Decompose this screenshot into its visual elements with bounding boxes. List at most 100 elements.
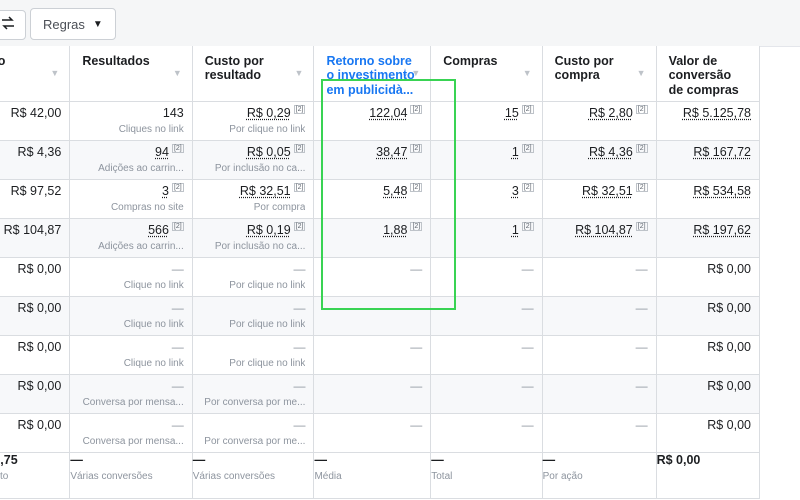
value-text[interactable]: 38,47: [376, 145, 407, 159]
cell-spend: R$ 97,52: [0, 179, 71, 219]
cell-value: —: [551, 301, 648, 315]
cell-subtitle: Por clique no link: [229, 318, 306, 330]
value-text[interactable]: R$ 0,05: [247, 145, 291, 159]
value-text: —: [293, 339, 306, 354]
value-text[interactable]: 94: [155, 145, 169, 159]
cell-subtitle: Por inclusão no ca...: [214, 240, 306, 252]
cell-value: 15 [2]: [439, 104, 534, 120]
cell-value: —: [439, 340, 534, 354]
value-text: —: [635, 339, 648, 354]
value-text[interactable]: R$ 197,62: [693, 223, 751, 237]
cell-purchases: —: [430, 296, 543, 336]
value-text[interactable]: 15: [505, 106, 519, 120]
header-amount-spent[interactable]: gasto ▼: [0, 46, 71, 102]
footnote-marker: [2]: [635, 104, 648, 114]
value-text[interactable]: R$ 4,36: [589, 145, 633, 159]
table-row[interactable]: R$ 0,00 — Conversa por mensa... — Por conver…: [0, 374, 761, 414]
table-row[interactable]: R$ 42,00 143 Cliques no link R$ 0,29 [2] Por …: [0, 101, 761, 141]
value-text[interactable]: 566: [148, 223, 169, 237]
swap-button[interactable]: [0, 10, 26, 40]
cell-subtitle: Conversa por mensa...: [82, 435, 184, 447]
cell-subtitle: Por clique no link: [229, 357, 306, 369]
header-roas[interactable]: Retorno sobre o investimento em publicid…: [313, 46, 432, 102]
cell-value: R$ 0,00: [665, 379, 751, 393]
value-text[interactable]: R$ 5.125,78: [683, 106, 751, 120]
cell-conversion-value: R$ 534,58: [656, 179, 761, 219]
cell-results: 143 Cliques no link: [69, 101, 193, 141]
cell-conversion-value: R$ 167,72: [656, 140, 761, 180]
cell-results: 3 [2] Compras no site: [69, 179, 193, 219]
cell-subtitle: Adições ao carrin...: [98, 162, 184, 174]
value-text[interactable]: R$ 0,00: [707, 418, 751, 432]
cell-subtitle: Por compra: [253, 201, 306, 213]
cell-spend: R$ 104,87: [0, 218, 71, 258]
value-text[interactable]: 122,04: [369, 106, 407, 120]
table-row[interactable]: R$ 0,00 — Clique no link — Por clique no lin…: [0, 257, 761, 297]
header-cost-per-purchase[interactable]: Custo por compra ▼: [542, 46, 657, 102]
value-text[interactable]: R$ 167,72: [693, 145, 751, 159]
table-row[interactable]: R$ 104,87 566 [2] Adições ao carrin... R$ 0,…: [0, 218, 761, 258]
toolbar: Regras ▼: [0, 0, 800, 47]
value-text[interactable]: R$ 0,19: [247, 223, 291, 237]
cell-value: R$ 0,00: [0, 340, 62, 354]
value-text: R$ 42,00: [10, 105, 62, 120]
value-text[interactable]: 143: [163, 106, 184, 120]
cell-value: 5,48 [2]: [322, 182, 423, 198]
header-label: gasto: [0, 54, 6, 68]
cell-subtitle: Por clique no link: [229, 123, 306, 135]
cell-value: —: [322, 418, 422, 432]
table-row[interactable]: R$ 0,00 — Conversa por mensa... — Por conver…: [0, 413, 761, 453]
value-text[interactable]: R$ 534,58: [693, 184, 751, 198]
footnote-marker: [2]: [410, 182, 423, 192]
cell-value: —: [201, 379, 305, 393]
cell-value: —: [322, 379, 422, 393]
cell-results: 94 [2] Adições ao carrin...: [69, 140, 193, 180]
table-row[interactable]: R$ 4,36 94 [2] Adições ao carrin... R$ 0,05[…: [0, 140, 761, 180]
footnote-marker: [2]: [293, 182, 306, 192]
table-row[interactable]: R$ 97,52 3 [2] Compras no site R$ 32,51 [2] Po…: [0, 179, 761, 219]
cell-cost-per-result: — Por clique no link: [192, 296, 315, 336]
value-text[interactable]: 3: [162, 184, 169, 198]
footnote-marker: [2]: [521, 104, 534, 114]
header-cost-per-result[interactable]: Custo por resultado ▼: [192, 46, 315, 102]
value-text: —: [171, 300, 184, 315]
value-text[interactable]: 1: [512, 223, 519, 237]
table-row[interactable]: R$ 0,00 — Clique no link — Por clique no lin…: [0, 296, 761, 336]
cell-value: R$ 42,00: [0, 105, 62, 120]
cell-value: R$ 0,00: [665, 418, 751, 432]
value-text[interactable]: 1,88: [383, 223, 407, 237]
value-text[interactable]: R$ 104,87: [575, 223, 633, 237]
cell-subtitle: Compras no site: [110, 201, 184, 213]
value-text[interactable]: R$ 0,00: [707, 301, 751, 315]
rules-button[interactable]: Regras ▼: [30, 8, 116, 40]
total-cpp: —: [542, 452, 556, 467]
value-text[interactable]: 3: [512, 184, 519, 198]
header-purchases[interactable]: Compras ▼: [430, 46, 543, 102]
value-text[interactable]: R$ 32,51: [582, 184, 633, 198]
cell-cost-per-result: — Por clique no link: [192, 257, 315, 297]
footnote-marker: [2]: [410, 221, 423, 231]
cell-value: R$ 0,05 [2]: [201, 143, 306, 159]
cell-value: 1 [2]: [439, 221, 534, 237]
value-text: R$ 0,00: [17, 378, 62, 393]
cell-value: —: [322, 340, 422, 354]
value-text[interactable]: 5,48: [383, 184, 407, 198]
sort-icon: ▼: [50, 68, 60, 78]
value-text[interactable]: R$ 2,80: [589, 106, 633, 120]
cell-value: —: [322, 301, 422, 315]
value-text[interactable]: R$ 0,00: [707, 379, 751, 393]
table-row[interactable]: R$ 0,00 — Clique no link — Por clique no lin…: [0, 335, 761, 375]
value-text[interactable]: R$ 0,00: [707, 340, 751, 354]
value-text[interactable]: R$ 0,29: [247, 106, 291, 120]
header-purchase-conversion-value[interactable]: Valor de conversão de compras: [656, 46, 761, 102]
total-cpp-label: Por ação: [542, 470, 583, 482]
value-text[interactable]: R$ 32,51: [240, 184, 291, 198]
header-results[interactable]: Resultados ▼: [69, 46, 193, 102]
cell-purchases: 1 [2]: [430, 140, 543, 180]
value-text: R$ 0,00: [17, 261, 62, 276]
total-results: —: [70, 452, 83, 467]
value-text[interactable]: R$ 0,00: [707, 262, 751, 276]
value-text[interactable]: 1: [512, 145, 519, 159]
total-roas: —: [314, 452, 327, 467]
cell-roas: 1,88 [2]: [313, 218, 432, 258]
